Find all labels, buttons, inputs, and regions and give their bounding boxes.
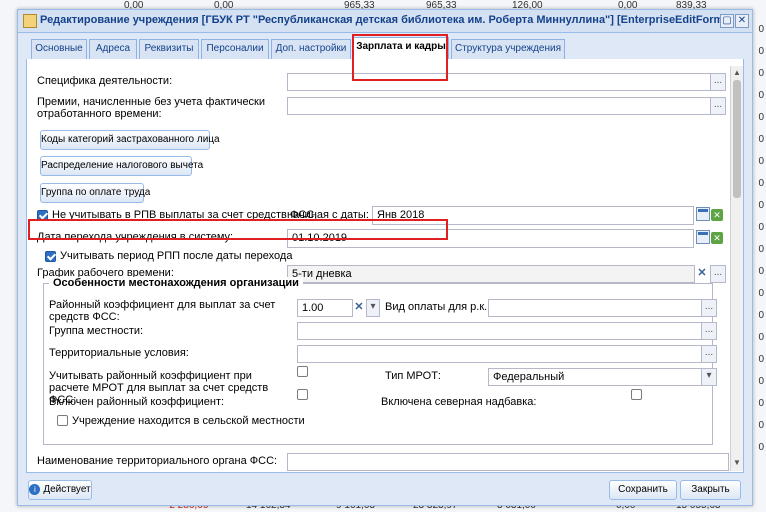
- close-button[interactable]: Закрыть: [680, 480, 741, 500]
- north-included-label: Включена северная надбавка:: [381, 396, 537, 408]
- specifics-select-button[interactable]: ...: [710, 73, 726, 91]
- clear-date-icon[interactable]: ✕: [711, 209, 723, 221]
- bg-col-number: 0: [758, 442, 764, 453]
- bg-col-number: 0: [758, 178, 764, 189]
- window-icon: [23, 14, 37, 28]
- window-footer: i Действует Сохранить Закрыть: [18, 477, 752, 505]
- district-included-label: Включен районный коэффициент:: [49, 396, 225, 408]
- bg-col-number: 0: [758, 310, 764, 321]
- district-coef-label: Районный коэффициент для выплат за счет …: [49, 299, 276, 323]
- territorial-field[interactable]: [297, 345, 702, 363]
- specifics-label: Специфика деятельности:: [37, 75, 173, 87]
- pay-type-field[interactable]: [488, 299, 702, 317]
- tab-structure[interactable]: Структура учреждения: [451, 39, 565, 59]
- actions-button[interactable]: i Действует: [28, 480, 92, 500]
- fss-body-label: Наименование территориального органа ФСС…: [37, 455, 278, 467]
- window-titlebar[interactable]: Редактирование учреждения [ГБУК РТ "Респ…: [18, 10, 752, 33]
- highlight-tab-box: [352, 34, 448, 81]
- district-included-checkbox[interactable]: [297, 389, 308, 400]
- mrot-type-dropdown[interactable]: ▾: [701, 368, 717, 386]
- bg-col-number: 0: [758, 222, 764, 233]
- bg-col-number: 0: [758, 24, 764, 35]
- locality-group-select-button[interactable]: ...: [701, 322, 717, 340]
- panel-scrollbar[interactable]: ▲ ▼: [730, 66, 743, 471]
- bg-col-number: 0: [758, 420, 764, 431]
- bonus-field[interactable]: [287, 97, 711, 115]
- bg-col-number: 0: [758, 112, 764, 123]
- pay-group-button[interactable]: Группа по оплате труда: [40, 183, 150, 203]
- bonus-select-button[interactable]: ...: [710, 97, 726, 115]
- tab-persons[interactable]: Персоналии: [201, 39, 269, 59]
- district-coef-dropdown[interactable]: ▾: [366, 299, 380, 317]
- pay-type-select-button[interactable]: ...: [701, 299, 717, 317]
- salary-staff-panel: Специфика деятельности: ... Премии, начи…: [26, 59, 744, 473]
- restore-button[interactable]: ▢: [720, 14, 734, 28]
- rpp-period-checkbox[interactable]: [45, 251, 56, 262]
- rural-checkbox[interactable]: [57, 415, 68, 426]
- schedule-field[interactable]: 5-ти дневка: [287, 265, 695, 283]
- bg-col-number: 0: [758, 156, 764, 167]
- fss-body-field[interactable]: [287, 453, 729, 471]
- locality-group-field[interactable]: [297, 322, 702, 340]
- north-included-checkbox[interactable]: [631, 389, 642, 400]
- clear-date-icon[interactable]: ✕: [711, 232, 723, 244]
- rural-label: Учреждение находится в сельской местност…: [72, 415, 305, 427]
- district-coef-field[interactable]: 1.00: [297, 299, 353, 317]
- scroll-down-icon[interactable]: ▼: [732, 458, 742, 468]
- insured-category-codes-button[interactable]: Коды категорий застрахованного лица: [40, 130, 220, 150]
- tab-requisites[interactable]: Реквизиты: [139, 39, 199, 59]
- window-title: Редактирование учреждения [ГБУК РТ "Респ…: [40, 14, 728, 26]
- bg-col-number: 0: [758, 244, 764, 255]
- bg-col-number: 0: [758, 134, 764, 145]
- bg-col-number: 0: [758, 200, 764, 211]
- bg-col-number: 0: [758, 68, 764, 79]
- tab-extra-settings[interactable]: Доп. настройки: [271, 39, 351, 59]
- actions-label: Действует: [43, 484, 91, 495]
- rpp-period-label: Учитывать период РПП после даты перехода: [60, 250, 293, 262]
- tab-addresses[interactable]: Адреса: [89, 39, 137, 59]
- bg-col-number: 0: [758, 398, 764, 409]
- calendar-icon[interactable]: [696, 230, 710, 244]
- bg-col-number: 0: [758, 332, 764, 343]
- highlight-transition-box: [28, 219, 448, 240]
- territorial-select-button[interactable]: ...: [701, 345, 717, 363]
- info-icon: i: [29, 483, 41, 495]
- pay-type-label: Вид оплаты для р.к.:: [385, 301, 491, 313]
- locality-group-label: Группа местности:: [49, 325, 144, 337]
- edit-enterprise-window: Редактирование учреждения [ГБУК РТ "Респ…: [17, 9, 753, 506]
- tab-main[interactable]: Основные: [31, 39, 87, 59]
- mrot-type-label: Тип МРОТ:: [385, 370, 441, 382]
- calendar-icon[interactable]: [696, 207, 710, 221]
- clear-icon[interactable]: ✕: [695, 265, 709, 281]
- scroll-up-icon[interactable]: ▲: [732, 68, 742, 78]
- bonus-label: Премии, начисленные без учета фактически…: [37, 96, 266, 120]
- territorial-label: Территориальные условия:: [49, 347, 189, 359]
- bg-col-number: 0: [758, 376, 764, 387]
- bg-col-number: 0: [758, 46, 764, 57]
- close-window-button[interactable]: ✕: [735, 14, 749, 28]
- schedule-select-button[interactable]: ...: [710, 265, 726, 283]
- specifics-field[interactable]: [287, 73, 711, 91]
- bg-col-number: 0: [758, 266, 764, 277]
- bg-col-number: 0: [758, 354, 764, 365]
- save-button[interactable]: Сохранить: [609, 480, 677, 500]
- clear-icon[interactable]: ✕: [352, 299, 366, 315]
- bg-col-number: 0: [758, 288, 764, 299]
- scrollbar-thumb[interactable]: [733, 80, 741, 198]
- location-legend: Особенности местонахождения организации: [49, 277, 303, 289]
- mrot-type-field[interactable]: Федеральный: [488, 368, 702, 386]
- mrot-coef-checkbox[interactable]: [297, 366, 308, 377]
- bg-col-number: 0: [758, 90, 764, 101]
- tax-deduction-distribution-button[interactable]: Распределение налогового вычета: [40, 156, 203, 176]
